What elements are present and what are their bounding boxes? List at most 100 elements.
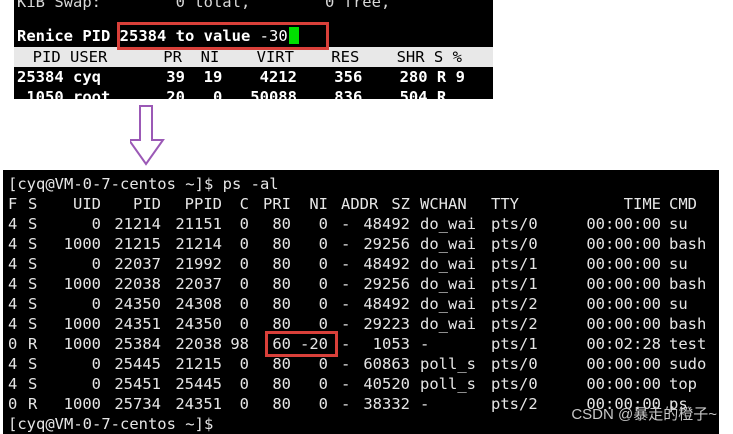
- cell-f: 0: [8, 395, 18, 413]
- cell-cmd: su: [669, 255, 688, 273]
- cell-addr: -: [341, 235, 351, 253]
- cell-wchan: do_wai: [420, 255, 476, 273]
- cell-pri: 80: [272, 375, 291, 393]
- cell-uid: 1000: [63, 395, 101, 413]
- column-header-uid: UID: [73, 195, 101, 213]
- cell-tty: pts/0: [491, 215, 538, 233]
- cell-ppid: 21215: [175, 355, 222, 373]
- column-header-cmd: CMD: [669, 195, 697, 213]
- cell-cmd: su: [669, 215, 688, 233]
- cell-addr: -: [341, 355, 351, 373]
- cell-uid: 1000: [63, 275, 101, 293]
- cell-sz: 48492: [363, 295, 410, 313]
- cell-ppid: 21992: [175, 255, 222, 273]
- cell-time: 00:00:00: [586, 355, 661, 373]
- cell-cmd: bash: [669, 275, 707, 293]
- cell-c: 0: [239, 295, 249, 313]
- cell-s: S: [28, 295, 38, 313]
- cell-sz: 38332: [363, 395, 410, 413]
- cell-s: R: [28, 395, 38, 413]
- cell-addr: -: [341, 255, 351, 273]
- watermark: CSDN @暴走的橙子~: [571, 406, 717, 423]
- priority-highlight-box: [265, 331, 338, 357]
- cell-time: 00:00:00: [586, 375, 661, 393]
- cell-tty: pts/0: [491, 235, 538, 253]
- cell-c: 0: [239, 375, 249, 393]
- cell-ppid: 24308: [175, 295, 222, 313]
- cell-s: R: [28, 335, 38, 353]
- renice-prompt-label: Renice PID: [17, 27, 111, 45]
- cell-cmd: sudo: [669, 355, 707, 373]
- command-prompt-last: [cyq@VM-0-7-centos ~]$: [8, 415, 214, 433]
- process-row[interactable]: 1050 root 20 0 50088 836 504 R: [17, 87, 446, 99]
- cell-time: 00:00:00: [586, 235, 661, 253]
- cell-tty: pts/1: [491, 335, 538, 353]
- cell-addr: -: [341, 295, 351, 313]
- column-header-pri: PRI: [263, 195, 291, 213]
- cell-cmd: su: [669, 295, 688, 313]
- column-header-wchan: WCHAN: [420, 195, 467, 213]
- column-header-sz: SZ: [391, 195, 410, 213]
- cell-f: 4: [8, 275, 18, 293]
- process-row[interactable]: 0 R 1000 25384 22038 98 60 -20-1053- pts/1 00:02:…: [3, 334, 719, 354]
- cell-wchan: -: [420, 335, 430, 353]
- cell-uid: 1000: [63, 335, 101, 353]
- process-row[interactable]: 4 S 0 22037 21992 0 80 0-48492 do_wai pts/1 00:00:…: [3, 254, 719, 274]
- cell-c: 0: [239, 215, 249, 233]
- cell-cmd: bash: [669, 235, 707, 253]
- column-header-tty: TTY: [491, 195, 519, 213]
- cell-f: 4: [8, 215, 18, 233]
- cell-time: 00:00:00: [586, 215, 661, 233]
- process-row[interactable]: 4 S 0 25451 25445 0 80 0-40520 poll_s pts/0 00:00:…: [3, 374, 719, 394]
- cell-sz: 29223: [363, 315, 410, 333]
- cell-wchan: do_wai: [420, 275, 476, 293]
- cell-tty: pts/2: [491, 395, 538, 413]
- process-row[interactable]: 4 S 1000 21215 21214 0 80 0-29256 do_wai pts/0 00:…: [3, 234, 719, 254]
- column-header-f: F: [8, 195, 18, 213]
- ps-terminal: [cyq@VM-0-7-centos ~]$ ps -al F S UID PID PP…: [3, 170, 719, 434]
- cell-pid: 21215: [114, 235, 161, 253]
- cell-pid: 24350: [114, 295, 161, 313]
- cell-cmd: bash: [669, 315, 707, 333]
- cell-sz: 1053: [372, 335, 410, 353]
- cell-uid: 0: [91, 375, 101, 393]
- cell-ni: 0: [318, 215, 328, 233]
- process-row[interactable]: 4 S 1000 24351 24350 0 80 0-29223 do_wai pts/2 00:…: [3, 314, 719, 334]
- cell-sz: 48492: [363, 255, 410, 273]
- cell-ppid: 24350: [175, 315, 222, 333]
- cell-time: 00:00:00: [586, 295, 661, 313]
- cell-s: S: [28, 315, 38, 333]
- cell-pid: 25445: [114, 355, 161, 373]
- cell-s: S: [28, 355, 38, 373]
- cell-addr: -: [341, 315, 351, 333]
- process-row[interactable]: 4 S 0 24350 24308 0 80 0-48492 do_wai pts/2 00:00:…: [3, 294, 719, 314]
- process-row[interactable]: 4 S 0 21214 21151 0 80 0-48492 do_wai pts/0 00:00:…: [3, 214, 719, 234]
- cell-c: 98: [230, 335, 249, 353]
- cell-sz: 60863: [363, 355, 410, 373]
- swap-summary-line: KiB Swap: 0 total, 0 free,: [17, 0, 391, 11]
- ps-header-row: F S UID PID PPID C PRI NI ADDR SZ WCHAN TTY TIME CMD: [3, 194, 719, 214]
- cell-f: 4: [8, 315, 18, 333]
- cell-pid: 21214: [114, 215, 161, 233]
- cell-addr: -: [341, 395, 351, 413]
- cell-f: 4: [8, 375, 18, 393]
- cell-uid: 0: [91, 295, 101, 313]
- process-row[interactable]: 4 S 1000 22038 22037 0 80 0-29256 do_wai pts/1 00:…: [3, 274, 719, 294]
- process-row[interactable]: 25384 cyq 39 19 4212 356 280 R 9: [17, 67, 465, 87]
- process-row[interactable]: 4 S 0 25445 21215 0 80 0-60863 poll_s pts/0 00:00:…: [3, 354, 719, 374]
- cell-ppid: 24351: [175, 395, 222, 413]
- cell-s: S: [28, 235, 38, 253]
- column-header-s: S: [28, 195, 38, 213]
- cell-uid: 0: [91, 355, 101, 373]
- cell-c: 0: [239, 275, 249, 293]
- cell-ni: 0: [318, 295, 328, 313]
- command-prompt: [cyq@VM-0-7-centos ~]$ ps -al: [8, 175, 279, 193]
- cell-tty: pts/0: [491, 355, 538, 373]
- cell-tty: pts/2: [491, 295, 538, 313]
- cell-ni: 0: [318, 355, 328, 373]
- cell-ppid: 21214: [175, 235, 222, 253]
- cell-wchan: do_wai: [420, 295, 476, 313]
- cell-uid: 0: [91, 255, 101, 273]
- cell-addr: -: [341, 215, 351, 233]
- cell-pri: 80: [272, 395, 291, 413]
